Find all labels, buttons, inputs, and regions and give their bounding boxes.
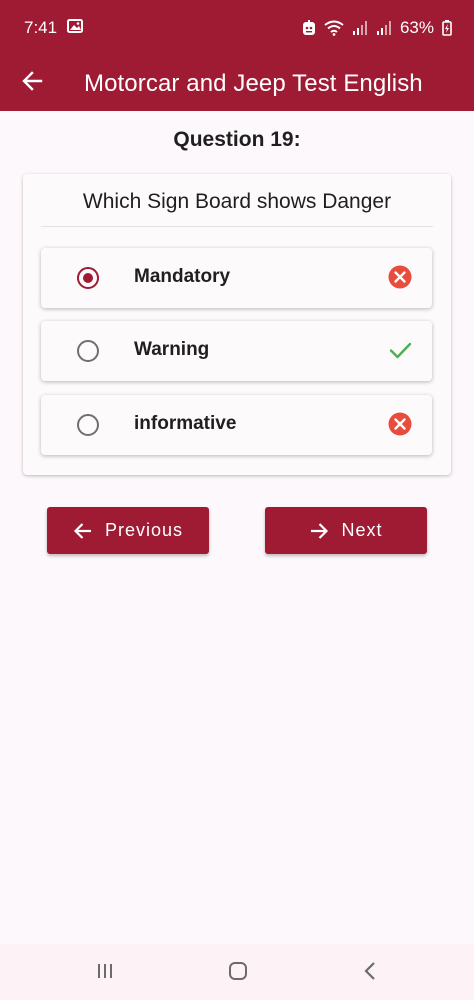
battery-percent: 63% [399,18,434,37]
previous-button[interactable]: Previous [47,507,209,554]
back-button[interactable] [0,56,64,111]
arrow-left-icon [73,521,93,541]
correct-answer-check-icon [388,338,412,362]
radio-button-selected[interactable] [77,267,99,289]
gallery-icon [67,18,84,38]
option-informative[interactable]: informative [41,395,432,455]
next-label: Next [341,520,383,540]
battery-icon [442,20,452,36]
arrow-back-icon [21,70,43,97]
signal-icon [376,20,392,36]
radio-button[interactable] [77,414,99,436]
option-label: informative [134,413,237,434]
home-icon[interactable] [227,960,249,987]
question-card: Which Sign Board shows Danger Mandatory … [23,174,451,475]
previous-label: Previous [104,520,184,540]
signal-icon [352,20,368,36]
option-warning[interactable]: Warning [41,321,432,381]
system-nav-bar [0,944,474,1000]
notification-icon [302,20,316,36]
back-nav-icon[interactable] [362,960,378,987]
phone-screen: 7:41 63% Motorcar and Jeep Test English … [0,0,474,1000]
app-bar: Motorcar and Jeep Test English [0,56,474,111]
question-number: Question 19: [173,128,301,151]
wrong-answer-icon [388,412,412,436]
wifi-icon [324,20,344,36]
question-text: Which Sign Board shows Danger [82,190,392,213]
option-mandatory[interactable]: Mandatory [41,248,432,308]
option-label: Warning [134,339,210,360]
status-bar: 7:41 63% [0,0,474,56]
radio-button[interactable] [77,340,99,362]
wrong-answer-icon [388,265,412,289]
page-title: Motorcar and Jeep Test English [84,69,423,97]
recent-apps-icon[interactable] [96,960,114,987]
divider [41,226,433,227]
option-label: Mandatory [134,266,231,287]
status-time: 7:41 [24,18,58,37]
next-button[interactable]: Next [265,507,427,554]
arrow-right-icon [309,521,329,541]
